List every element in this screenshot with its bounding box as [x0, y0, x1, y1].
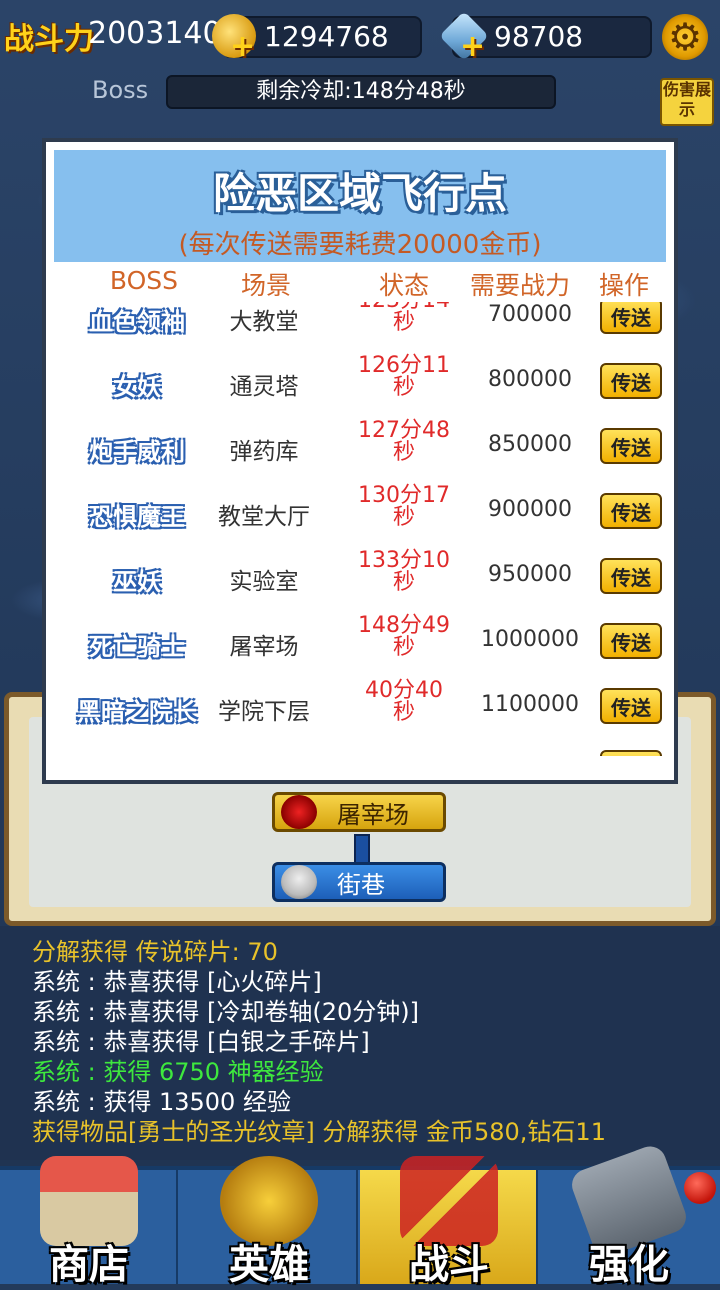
column-header-boss: BOSS	[109, 266, 179, 295]
status-cooldown: 123分14秒	[344, 302, 464, 334]
status-cooldown: 148分49 秒	[344, 615, 464, 659]
dialog-title: 险恶区域飞行点	[212, 169, 507, 218]
status-line: 126分11	[358, 353, 450, 378]
tab-hero[interactable]: 英雄	[180, 1156, 358, 1288]
teleport-button-partial[interactable]	[600, 750, 662, 756]
status-line: 133分10	[358, 548, 450, 573]
table-row	[54, 742, 666, 756]
required-power: 850000	[488, 432, 572, 457]
required-power: 700000	[488, 302, 572, 327]
status-line: 秒	[392, 700, 415, 725]
required-power: 900000	[488, 497, 572, 522]
status-line: 秒	[392, 440, 415, 465]
table-row: 黑暗之院长 学院下层 40分40 秒 1100000 传送	[54, 678, 666, 743]
tab-label: 强化	[589, 1242, 669, 1288]
status-line: 秒	[392, 375, 415, 400]
teleport-button[interactable]: 传送	[600, 558, 662, 594]
column-header-status: 状态	[378, 271, 429, 300]
table-row: 恐惧魔王 教堂大厅 130分17 秒 900000 传送	[54, 483, 666, 548]
map-node-street[interactable]: 街巷	[272, 862, 446, 902]
status-cooldown: 40分40 秒	[344, 680, 464, 724]
teleport-button[interactable]: 传送	[600, 688, 662, 724]
scene-name: 实验室	[229, 569, 299, 595]
damage-display-button[interactable]: 伤害展示	[660, 78, 714, 126]
required-power: 950000	[488, 562, 572, 587]
status-cooldown: 130分17 秒	[344, 485, 464, 529]
flight-point-dialog: 险恶区域飞行点 (每次传送需要耗费20000金币) BOSS 场景 状态 需要战…	[42, 138, 678, 784]
teleport-button[interactable]: 传送	[600, 363, 662, 399]
scene-name: 大教堂	[229, 309, 299, 335]
dialog-header: 险恶区域飞行点 (每次传送需要耗费20000金币)	[54, 150, 666, 262]
status-line: 秒	[392, 635, 415, 660]
boss-name: 黑暗之院长	[77, 698, 197, 726]
column-header-action: 操作	[598, 271, 649, 300]
status-cooldown: 127分48 秒	[344, 420, 464, 464]
boss-name: 死亡骑士	[89, 633, 185, 661]
devil-icon	[281, 795, 317, 829]
scene-name: 通灵塔	[229, 374, 299, 400]
required-power: 1100000	[481, 692, 579, 717]
table-row: 女妖 通灵塔 126分11 秒 800000 传送	[54, 353, 666, 418]
status-line: 40分40	[365, 678, 443, 703]
add-gem-icon[interactable]: +	[460, 32, 485, 62]
required-power: 800000	[488, 367, 572, 392]
status-cooldown: 133分10 秒	[344, 550, 464, 594]
tab-battle[interactable]: 战斗	[360, 1156, 538, 1288]
teleport-button[interactable]: 传送	[600, 623, 662, 659]
map-connector	[354, 834, 370, 864]
notification-dot-icon	[684, 1172, 716, 1204]
column-header-power: 需要战力	[469, 271, 570, 300]
map-node-label: 屠宰场	[337, 800, 409, 829]
status-cooldown: 126分11 秒	[344, 355, 464, 399]
boss-name: 女妖	[113, 373, 161, 401]
status-line: 130分17	[358, 483, 450, 508]
boss-name: 血色领袖	[89, 308, 185, 336]
status-line: 秒	[392, 310, 415, 335]
map-node-slaughterhouse[interactable]: 屠宰场	[272, 792, 446, 832]
boss-name: 巫妖	[113, 568, 161, 596]
map-node-label: 街巷	[337, 870, 385, 899]
table-row: 炮手威利 弹药库 127分48 秒 850000 传送	[54, 418, 666, 483]
boss-name: 恐惧魔王	[89, 503, 185, 531]
status-line: 秒	[392, 570, 415, 595]
teleport-button[interactable]: 传送	[600, 493, 662, 529]
gold-value: 1294768	[264, 20, 389, 53]
status-line: 秒	[392, 505, 415, 530]
dialog-subtitle: (每次传送需要耗费20000金币)	[178, 230, 542, 260]
status-line: 148分49	[358, 613, 450, 638]
table-row: 血色领袖 大教堂 123分14秒 700000 传送	[54, 302, 666, 353]
scene-name: 弹药库	[229, 439, 299, 465]
add-gold-icon[interactable]: +	[230, 32, 255, 62]
status-line: 127分48	[358, 418, 450, 443]
table-row: 死亡骑士 屠宰场 148分49 秒 1000000 传送	[54, 613, 666, 678]
tree-icon	[281, 865, 317, 899]
teleport-button[interactable]: 传送	[600, 428, 662, 464]
scene-name: 学院下层	[218, 699, 310, 725]
tab-shop[interactable]: 商店	[0, 1156, 178, 1288]
log-line: 获得物品[勇士的圣光纹章] 分解获得 金币580,钻石11	[32, 1118, 606, 1146]
cooldown-bar: 剩余冷却:148分48秒	[166, 75, 556, 109]
gear-icon[interactable]: ⚙	[662, 14, 708, 60]
required-power: 1000000	[481, 627, 579, 652]
power-value: 2003140	[88, 16, 222, 51]
teleport-button[interactable]: 传送	[600, 302, 662, 334]
boss-label: Boss	[92, 76, 149, 104]
gem-value: 98708	[494, 20, 584, 53]
boss-name: 炮手威利	[89, 438, 185, 466]
column-header-scene: 场景	[240, 271, 291, 300]
top-bar: 战斗力 2003140 + 1294768 + 98708 ⚙	[0, 0, 720, 70]
table-row: 巫妖 实验室 133分10 秒 950000 传送	[54, 548, 666, 613]
tab-label: 商店	[49, 1242, 129, 1288]
message-log: 分解获得 传说碎片: 70 系统 : 恭喜获得 [心火碎片] 系统 : 恭喜获得…	[0, 926, 720, 1160]
tab-label: 战斗	[409, 1242, 489, 1288]
scene-name: 教堂大厅	[218, 504, 310, 530]
gem-display[interactable]: + 98708	[439, 11, 652, 62]
scene-name: 屠宰场	[229, 634, 299, 660]
power-label: 战斗力	[4, 22, 94, 57]
tab-label: 英雄	[229, 1242, 309, 1288]
bottom-nav: 商店 英雄 战斗 强化	[0, 1141, 720, 1288]
gold-display[interactable]: + 1294768	[212, 14, 422, 62]
boss-list[interactable]: 血色领袖 大教堂 123分14秒 700000 传送 女妖 通灵塔 126分11…	[54, 302, 666, 756]
